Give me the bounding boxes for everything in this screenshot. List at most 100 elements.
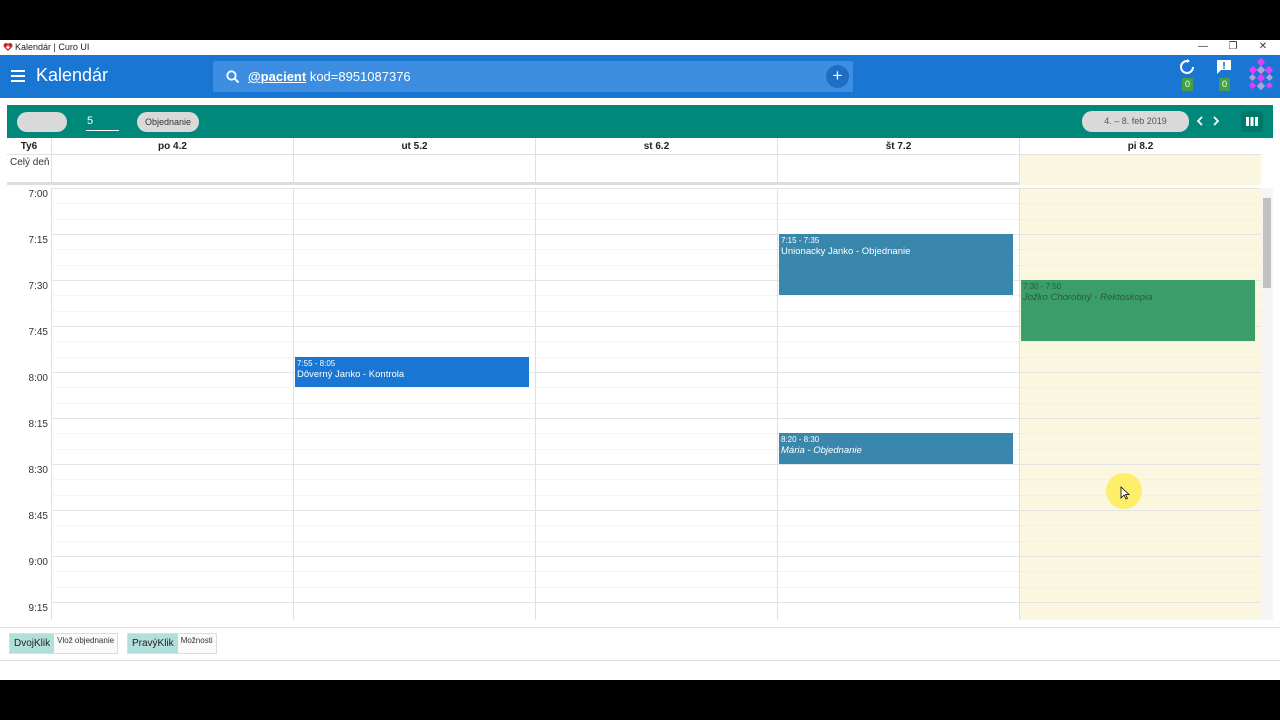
scrollbar-thumb[interactable] [1263, 198, 1271, 288]
time-label: 7:45 [28, 327, 48, 338]
week-number: Ty6 [20, 141, 38, 152]
week-calendar: Ty6 po 4.2 ut 5.2 st 6.2 št 7.2 pi 8.2 C… [7, 138, 1273, 620]
restore-button[interactable]: ❐ [1218, 40, 1248, 55]
day-header-row: Ty6 po 4.2 ut 5.2 st 6.2 št 7.2 pi 8.2 [7, 138, 1261, 155]
app-bar: Kalendár @pacient kod=8951087376 + 0 0 [0, 55, 1280, 98]
event-time: 8:20 - 8:30 [781, 435, 820, 444]
columns-icon [1246, 117, 1258, 126]
event-time: 7:15 - 7:35 [781, 236, 820, 245]
video-letterbox-top [0, 0, 1280, 40]
date-range-button[interactable]: 4. – 8. feb 2019 [1082, 111, 1189, 132]
hint-desc: Možnosti [180, 636, 213, 645]
all-day-cell[interactable] [777, 155, 1019, 185]
hint-footer: DvojKlik Vlož objednanie PravýKlik Možnost… [0, 627, 1280, 660]
grid-line [51, 602, 1261, 603]
notification-count-badge: 0 [1219, 78, 1230, 91]
day-header-fri[interactable]: pi 8.2 [1019, 138, 1261, 155]
grid-line [51, 556, 1261, 557]
sync-count-badge: 0 [1182, 78, 1193, 91]
appointment-filter-button[interactable]: Objednanie [137, 112, 200, 132]
hint-double-click: DvojKlik Vlož objednanie [9, 633, 119, 654]
day-header-tue[interactable]: ut 5.2 [293, 138, 535, 155]
day-header-mon[interactable]: po 4.2 [51, 138, 293, 155]
event-title: Dôverný Janko - Kontrola [297, 369, 405, 380]
grid-line [51, 341, 1261, 342]
video-letterbox-bottom [0, 680, 1280, 720]
grid-line [51, 219, 1261, 220]
time-label: 7:30 [28, 281, 48, 292]
grid-line [51, 495, 1261, 496]
grid-line [51, 464, 1261, 465]
all-day-cell-today[interactable] [1019, 155, 1261, 185]
calendar-event[interactable]: 7:55 - 8:05 Dôverný Janko - Kontrola [295, 357, 529, 387]
chevron-right-icon[interactable] [1210, 113, 1222, 129]
vertical-scrollbar[interactable] [1261, 188, 1273, 620]
grid-line [51, 403, 1261, 404]
day-header-thu[interactable]: št 7.2 [777, 138, 1019, 155]
sync-icon[interactable] [1178, 59, 1196, 75]
time-grid[interactable]: 7:00 7:15 7:30 7:45 8:00 8:15 8:30 8:45 … [7, 188, 1261, 620]
notification-icon[interactable] [1215, 59, 1233, 75]
day-header-wed[interactable]: st 6.2 [535, 138, 777, 155]
hint-key: DvojKlik [10, 634, 55, 653]
all-day-label: Celý deň [10, 157, 50, 168]
grid-line [51, 510, 1261, 511]
window-titlebar: Kalendár | Curo UI — ❐ ✕ [0, 40, 1280, 55]
grid-line [51, 433, 1261, 434]
grid-line [51, 525, 1261, 526]
hint-right-click: PravýKlik Možnosti [127, 633, 217, 654]
time-label: 9:15 [28, 603, 48, 614]
mouse-cursor-icon [1120, 486, 1130, 500]
grid-line [51, 372, 1261, 373]
week-view-button[interactable] [1241, 111, 1263, 132]
search-token: @pacient [248, 69, 307, 84]
event-time: 7:55 - 8:05 [297, 359, 336, 368]
window-title: Kalendár | Curo UI [15, 42, 90, 52]
time-label: 8:15 [28, 419, 48, 430]
minimize-button[interactable]: — [1188, 40, 1218, 55]
day-count-input[interactable]: 5 [86, 111, 119, 131]
grid-line [51, 357, 1261, 358]
all-day-cell[interactable] [535, 155, 777, 185]
grid-line [51, 479, 1261, 480]
search-icon [226, 70, 240, 84]
event-title: Mária - Objednanie [781, 445, 862, 456]
all-day-cell[interactable] [293, 155, 535, 185]
time-label: 8:45 [28, 511, 48, 522]
grid-line [51, 265, 1261, 266]
grid-line [51, 203, 1261, 204]
time-label: 9:00 [28, 557, 48, 568]
search-input[interactable]: @pacient kod=8951087376 [248, 69, 411, 84]
page-title: Kalendár [36, 65, 109, 85]
grid-line [51, 571, 1261, 572]
time-label: 8:00 [28, 373, 48, 384]
grid-line [51, 418, 1261, 419]
grid-line [51, 234, 1261, 235]
grid-line [51, 188, 1261, 189]
grid-line [51, 249, 1261, 250]
all-day-cell[interactable] [51, 155, 293, 185]
status-bar [0, 660, 1280, 680]
close-button[interactable]: ✕ [1248, 40, 1278, 55]
chevron-left-icon[interactable] [1194, 113, 1206, 129]
event-title: Jožko Chorobný - Rektoskopia [1023, 292, 1153, 303]
heart-app-icon [3, 43, 13, 51]
curo-logo-icon[interactable] [1245, 58, 1277, 90]
event-time: 7:30 - 7:50 [1023, 282, 1062, 291]
time-label: 7:15 [28, 235, 48, 246]
hamburger-menu-icon[interactable] [11, 70, 25, 82]
all-day-row: Celý deň [7, 155, 1261, 185]
add-button[interactable]: + [826, 65, 849, 88]
search-query: kod=8951087376 [306, 69, 411, 84]
grid-line [51, 449, 1261, 450]
view-toggle-pill[interactable] [17, 112, 67, 132]
time-label: 7:00 [28, 189, 48, 200]
search-bar[interactable]: @pacient kod=8951087376 + [213, 61, 853, 92]
calendar-toolbar: 5 Objednanie 4. – 8. feb 2019 [7, 105, 1273, 138]
event-title: Unionacky Janko - Objednanie [781, 246, 911, 257]
time-label: 8:30 [28, 465, 48, 476]
calendar-event[interactable]: 8:20 - 8:30 Mária - Objednanie [779, 433, 1013, 464]
grid-line [51, 587, 1261, 588]
calendar-event[interactable]: 7:30 - 7:50 Jožko Chorobný - Rektoskopia [1021, 280, 1255, 341]
calendar-event[interactable]: 7:15 - 7:35 Unionacky Janko - Objednanie [779, 234, 1013, 295]
